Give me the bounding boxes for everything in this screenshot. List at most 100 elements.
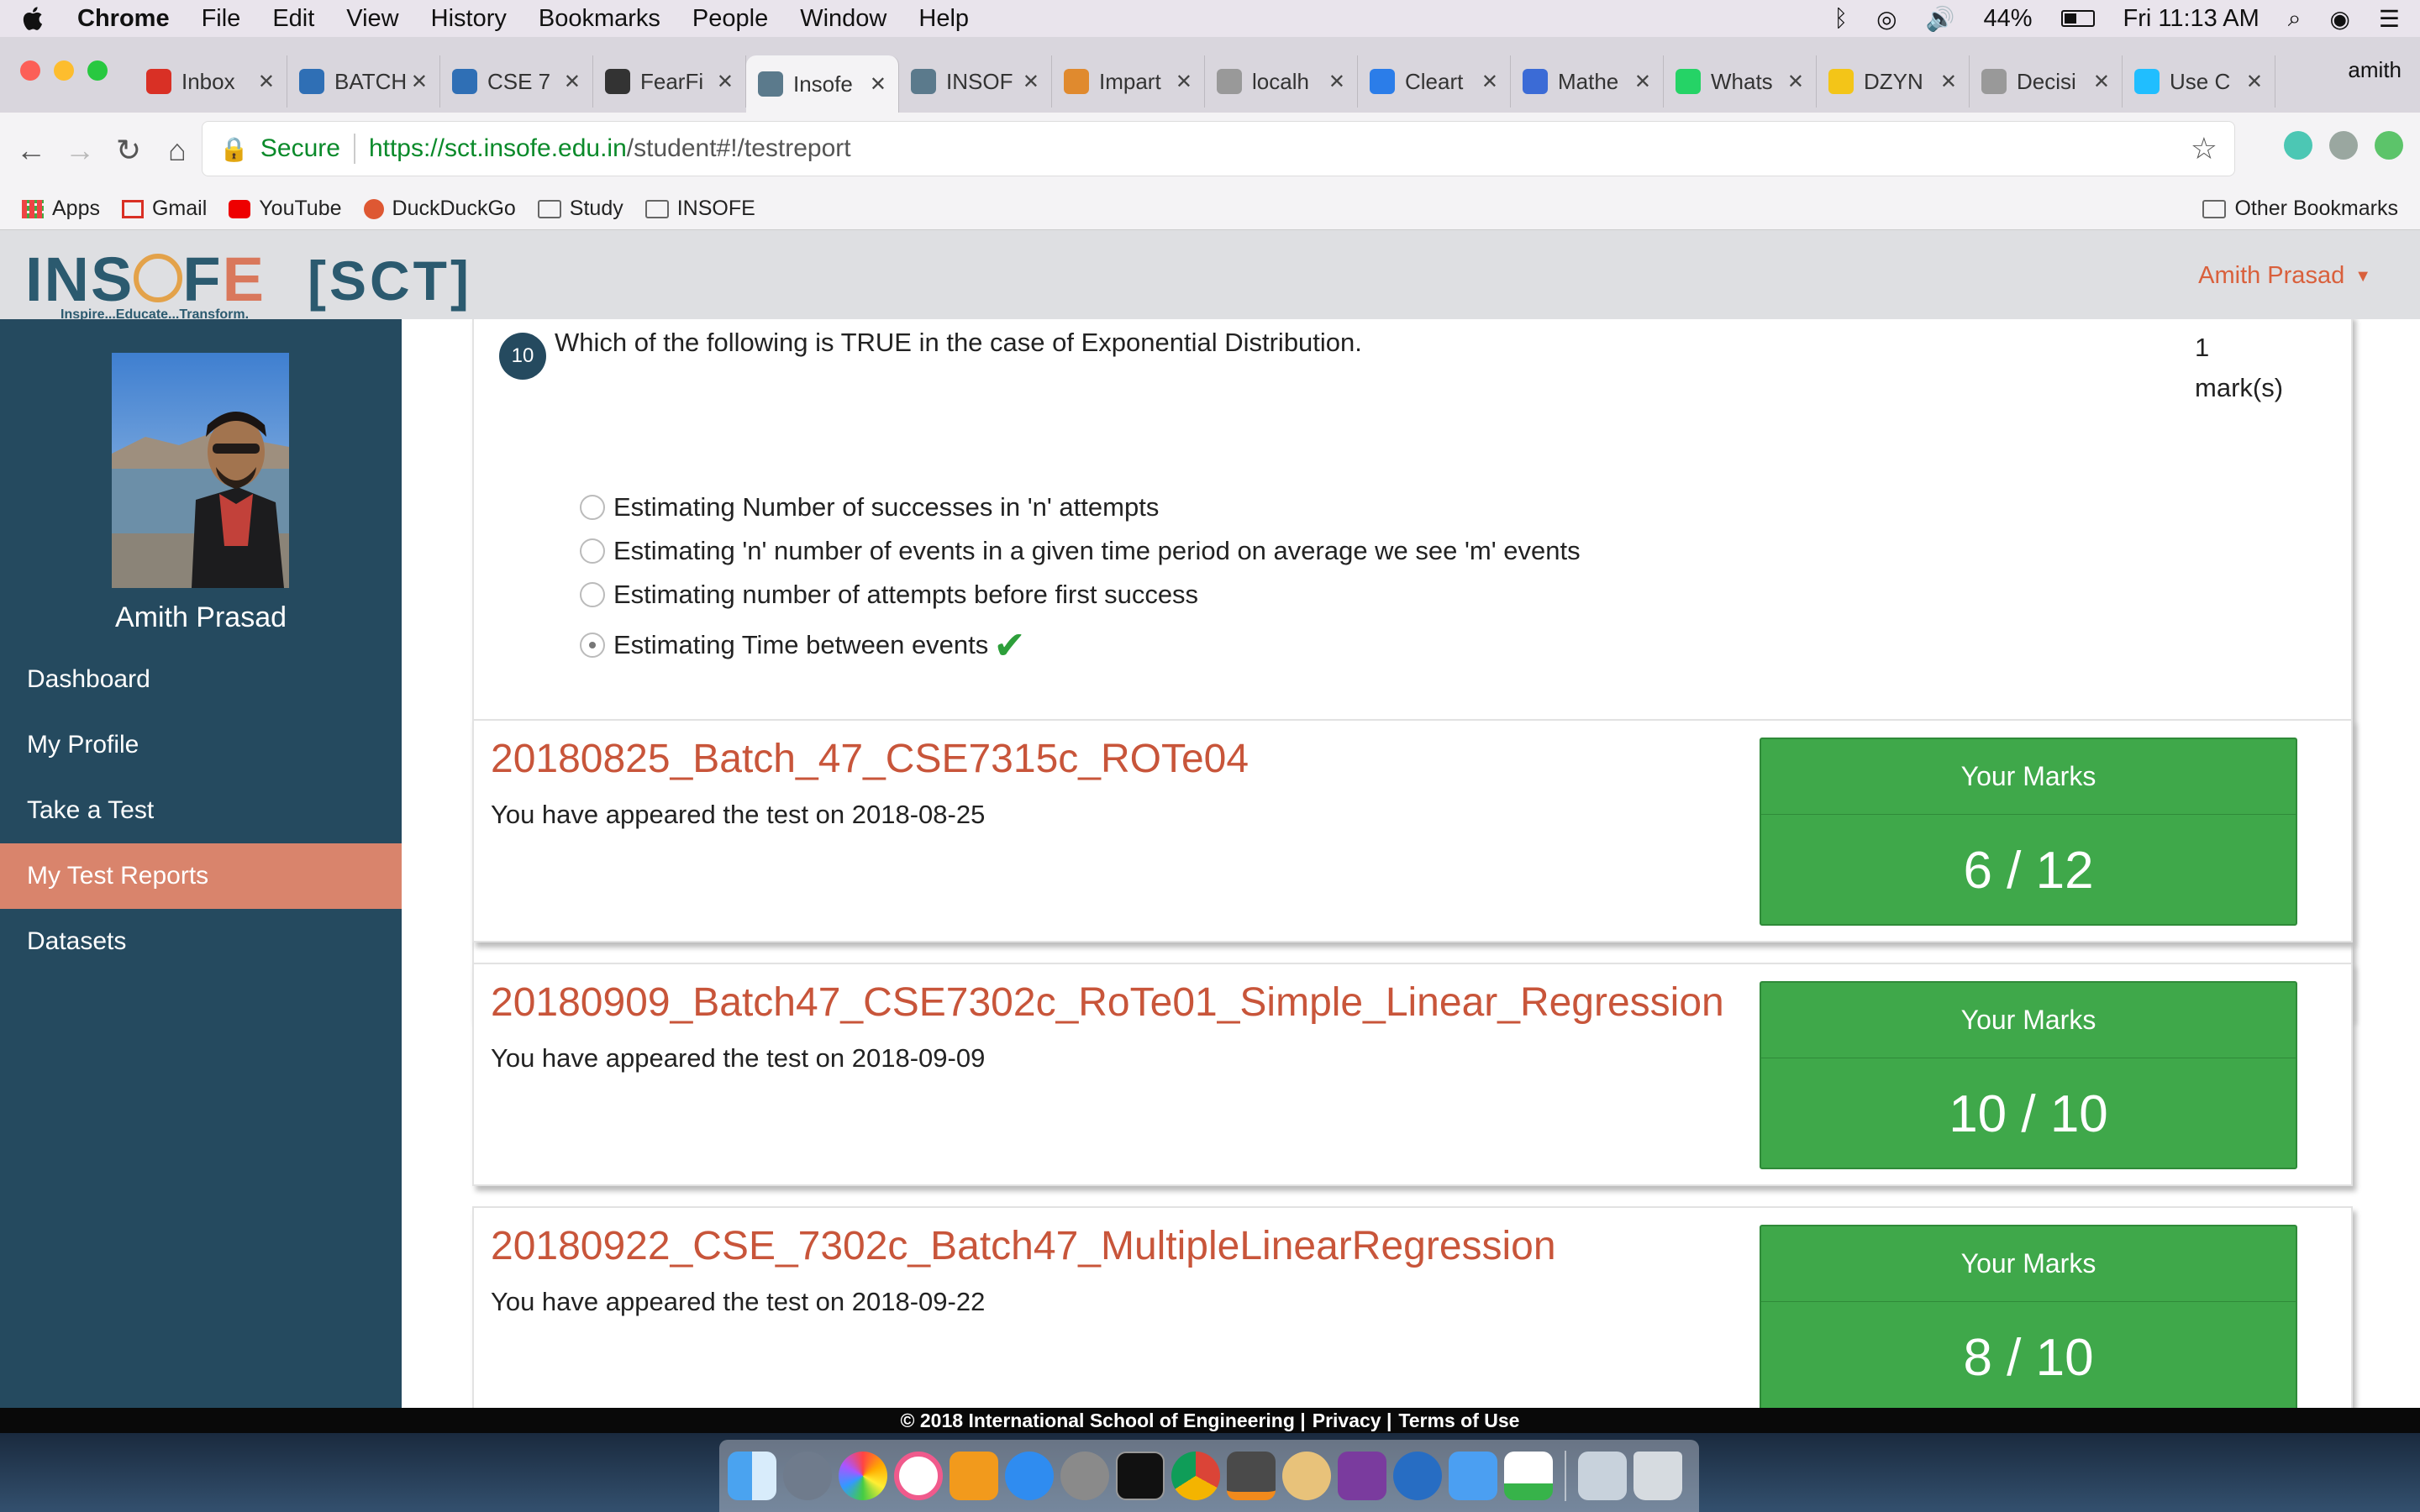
bluetooth-icon[interactable]: ᛒ xyxy=(1833,5,1848,32)
sidebar-item-dashboard[interactable]: Dashboard xyxy=(0,647,402,712)
xcode-icon[interactable] xyxy=(1449,1452,1497,1500)
back-arrow-icon[interactable]: ← xyxy=(7,133,55,168)
sublime-text-icon[interactable] xyxy=(1227,1452,1276,1500)
browser-tab[interactable]: Decisi ✕ xyxy=(1970,55,2123,108)
volume-icon[interactable]: 🔊 xyxy=(1926,5,1955,33)
apple-icon[interactable] xyxy=(20,5,44,32)
insofe-logo[interactable]: INS FE xyxy=(25,244,266,315)
sidebar-item-my-test-reports[interactable]: My Test Reports xyxy=(0,843,402,909)
close-tab-icon[interactable]: ✕ xyxy=(2093,70,2110,94)
test-name-link[interactable]: 20180909_Batch47_CSE7302c_RoTe01_Simple_… xyxy=(491,979,1724,1026)
radio-button[interactable] xyxy=(580,582,605,607)
browser-tab[interactable]: Insofe ✕ xyxy=(746,55,899,113)
bookmark-youtube[interactable]: YouTube xyxy=(229,197,342,221)
menu-view[interactable]: View xyxy=(346,5,398,33)
zoom-window-button[interactable] xyxy=(87,60,108,81)
address-bar[interactable]: 🔒 Secure https://sct.insofe.edu.in /stud… xyxy=(202,121,2235,176)
menu-chrome[interactable]: Chrome xyxy=(77,5,170,33)
radio-button[interactable] xyxy=(580,495,605,520)
finder-icon[interactable] xyxy=(728,1452,776,1500)
app-store-icon[interactable] xyxy=(1005,1452,1054,1500)
forward-arrow-icon[interactable]: → xyxy=(55,133,104,168)
preview-icon[interactable] xyxy=(1578,1452,1627,1500)
sidebar-item-datasets[interactable]: Datasets xyxy=(0,909,402,974)
close-window-button[interactable] xyxy=(20,60,40,81)
close-tab-icon[interactable]: ✕ xyxy=(1023,70,1039,94)
browser-tab[interactable]: Inbox ✕ xyxy=(134,55,287,108)
airplay-icon[interactable]: ◎ xyxy=(1876,5,1897,33)
menu-help[interactable]: Help xyxy=(918,5,969,33)
menu-history[interactable]: History xyxy=(431,5,507,33)
radio-button[interactable] xyxy=(580,538,605,564)
bookmark-insofe[interactable]: INSOFE xyxy=(644,197,755,221)
upload-extension-icon[interactable] xyxy=(2375,131,2403,160)
battery-icon[interactable] xyxy=(2060,10,2095,27)
close-tab-icon[interactable]: ✕ xyxy=(1481,70,1498,94)
terminal-icon[interactable] xyxy=(1116,1452,1165,1500)
user-dropdown[interactable]: Amith Prasad ▼ xyxy=(2198,262,2371,290)
close-tab-icon[interactable]: ✕ xyxy=(2246,70,2263,94)
browser-tab[interactable]: CSE 7 ✕ xyxy=(440,55,593,108)
close-tab-icon[interactable]: ✕ xyxy=(1940,70,1957,94)
menu-edit[interactable]: Edit xyxy=(272,5,314,33)
profile-name[interactable]: amith xyxy=(2348,57,2402,83)
browser-tab[interactable]: BATCH ✕ xyxy=(287,55,440,108)
extension-icon[interactable] xyxy=(2284,131,2312,160)
browser-tab[interactable]: Impart ✕ xyxy=(1052,55,1205,108)
numbers-icon[interactable] xyxy=(1504,1452,1553,1500)
sidebar-item-my-profile[interactable]: My Profile xyxy=(0,712,402,778)
launchpad-icon[interactable] xyxy=(783,1452,832,1500)
close-tab-icon[interactable]: ✕ xyxy=(870,72,886,97)
test-name-link[interactable]: 20180922_CSE_7302c_Batch47_MultipleLinea… xyxy=(491,1223,1556,1269)
bookmark-duckduckgo[interactable]: DuckDuckGo xyxy=(363,197,516,221)
sidebar-item-take-a-test[interactable]: Take a Test xyxy=(0,778,402,843)
chrome-icon[interactable] xyxy=(1171,1452,1220,1500)
home-icon[interactable]: ⌂ xyxy=(153,133,202,168)
siri-icon[interactable]: ◉ xyxy=(2329,5,2349,33)
browser-tab[interactable]: INSOF ✕ xyxy=(899,55,1052,108)
radio-button[interactable] xyxy=(580,633,605,658)
battery-percent[interactable]: 44% xyxy=(1983,5,2032,33)
test-name-link[interactable]: 20180825_Batch_47_CSE7315c_ROTe04 xyxy=(491,736,1249,782)
bookmark-study[interactable]: Study xyxy=(537,197,623,221)
system-preferences-icon[interactable] xyxy=(1060,1452,1109,1500)
clock[interactable]: Fri 11:13 AM xyxy=(2123,5,2260,33)
r-icon[interactable] xyxy=(1393,1452,1442,1500)
menu-bookmarks[interactable]: Bookmarks xyxy=(539,5,660,33)
bookmark-gmail[interactable]: Gmail xyxy=(121,197,207,221)
close-tab-icon[interactable]: ✕ xyxy=(1328,70,1345,94)
privacy-link[interactable]: Privacy | xyxy=(1313,1410,1392,1432)
onenote-icon[interactable] xyxy=(1338,1452,1386,1500)
terms-link[interactable]: Terms of Use xyxy=(1398,1410,1519,1432)
browser-tab[interactable]: Use C ✕ xyxy=(2123,55,2275,108)
main-content[interactable]: 10 Which of the following is TRUE in the… xyxy=(402,319,2420,1408)
minimize-window-button[interactable] xyxy=(54,60,74,81)
browser-tab[interactable]: Whats ✕ xyxy=(1664,55,1817,108)
menu-window[interactable]: Window xyxy=(800,5,886,33)
browser-tab[interactable]: Cleart ✕ xyxy=(1358,55,1511,108)
bookmark-star-icon[interactable]: ☆ xyxy=(2191,131,2217,166)
reload-icon[interactable]: ↻ xyxy=(104,133,153,168)
browser-tab[interactable]: localh ✕ xyxy=(1205,55,1358,108)
itunes-icon[interactable] xyxy=(894,1452,943,1500)
trash-icon[interactable] xyxy=(1634,1452,1682,1500)
photos-icon[interactable] xyxy=(839,1452,887,1500)
lock-icon[interactable]: 🔒 xyxy=(219,135,249,163)
close-tab-icon[interactable]: ✕ xyxy=(564,70,581,94)
bookmark-apps[interactable]: Apps xyxy=(22,197,100,221)
notification-center-icon[interactable]: ☰ xyxy=(2379,5,2400,33)
close-tab-icon[interactable]: ✕ xyxy=(717,70,734,94)
insofe-extension-icon[interactable] xyxy=(2329,131,2358,160)
menu-people[interactable]: People xyxy=(692,5,768,33)
browser-tab[interactable]: Mathe ✕ xyxy=(1511,55,1664,108)
menu-file[interactable]: File xyxy=(202,5,241,33)
close-tab-icon[interactable]: ✕ xyxy=(1634,70,1651,94)
spotlight-search-icon[interactable]: ⌕ xyxy=(2288,5,2302,33)
other-bookmarks[interactable]: Other Bookmarks xyxy=(2202,197,2398,221)
sequel-pro-icon[interactable] xyxy=(1282,1452,1331,1500)
close-tab-icon[interactable]: ✕ xyxy=(411,70,428,94)
close-tab-icon[interactable]: ✕ xyxy=(1787,70,1804,94)
browser-tab[interactable]: DZYN ✕ xyxy=(1817,55,1970,108)
close-tab-icon[interactable]: ✕ xyxy=(258,70,275,94)
browser-tab[interactable]: FearFi ✕ xyxy=(593,55,746,108)
